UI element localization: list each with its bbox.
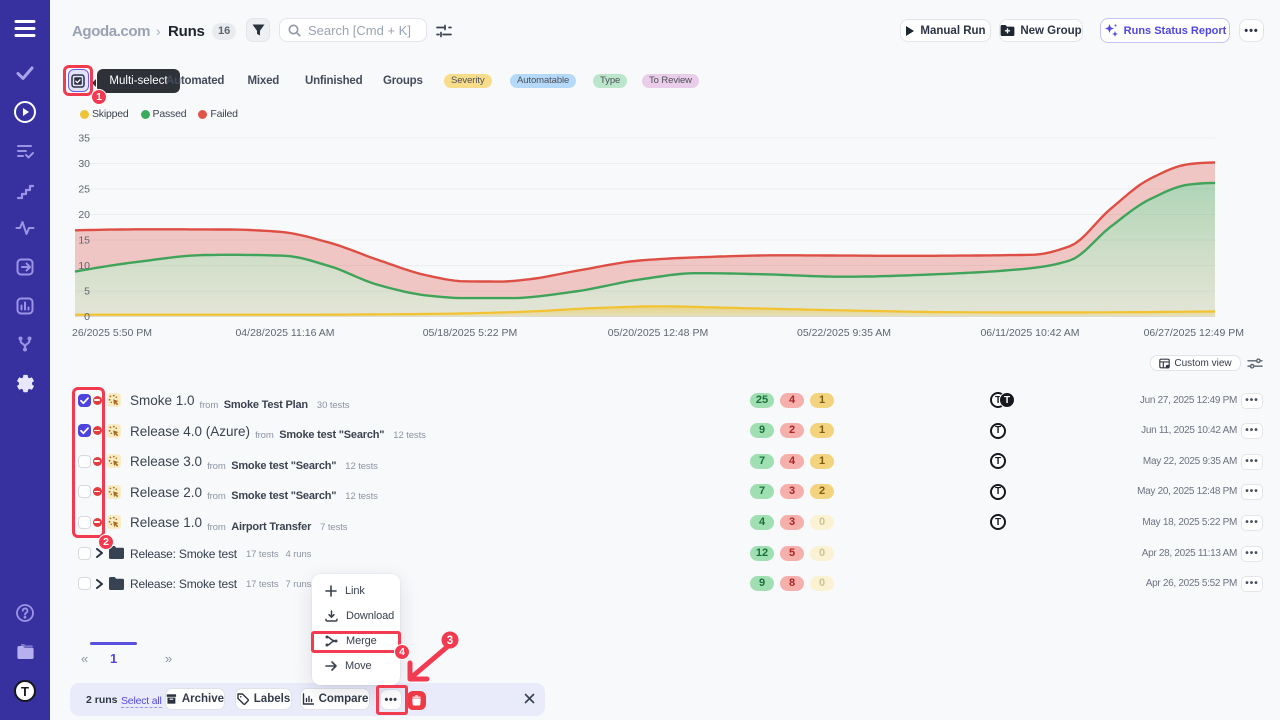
- svg-text:05/18/2025 5:22 PM: 05/18/2025 5:22 PM: [423, 327, 518, 339]
- svg-text:26/2025 5:50 PM: 26/2025 5:50 PM: [72, 327, 152, 339]
- svg-text:05/20/2025 12:48 PM: 05/20/2025 12:48 PM: [608, 327, 708, 339]
- svg-text:5: 5: [84, 286, 90, 298]
- svg-text:0: 0: [84, 311, 90, 323]
- svg-text:20: 20: [78, 209, 90, 221]
- svg-text:35: 35: [78, 133, 90, 145]
- svg-text:05/22/2025 9:35 AM: 05/22/2025 9:35 AM: [797, 327, 891, 339]
- svg-text:15: 15: [78, 235, 90, 247]
- svg-text:04/28/2025 11:16 AM: 04/28/2025 11:16 AM: [235, 327, 334, 339]
- svg-text:25: 25: [78, 184, 90, 196]
- svg-text:06/11/2025 10:42 AM: 06/11/2025 10:42 AM: [980, 327, 1079, 339]
- svg-text:30: 30: [78, 158, 90, 170]
- svg-text:06/27/2025 12:49 PM: 06/27/2025 12:49 PM: [1144, 327, 1244, 339]
- svg-text:10: 10: [78, 260, 90, 272]
